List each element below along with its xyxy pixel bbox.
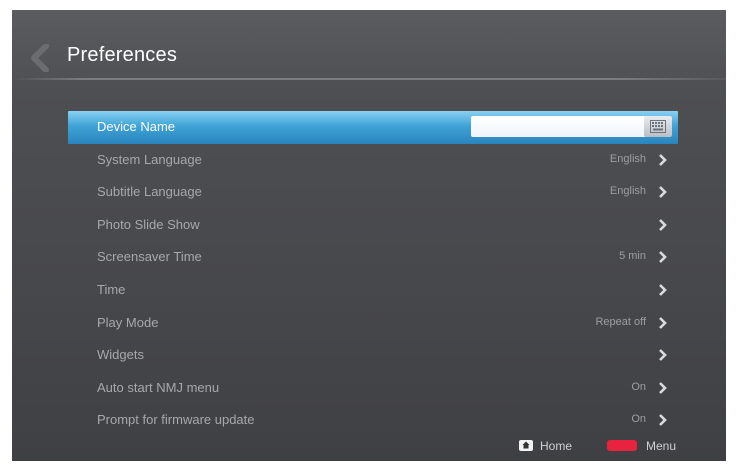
setting-value: On <box>631 380 646 393</box>
chevron-right-icon <box>659 381 667 394</box>
setting-value: English <box>609 152 646 165</box>
chevron-right-icon <box>659 349 667 362</box>
setting-screensaver-time[interactable]: Screensaver Time 5 min <box>68 241 678 274</box>
red-menu-key-icon <box>607 440 637 451</box>
chevron-right-icon <box>659 218 667 231</box>
setting-device-name[interactable]: Device Name <box>68 111 678 144</box>
setting-value: English <box>609 185 646 198</box>
device-name-input[interactable] <box>471 116 651 137</box>
setting-widgets[interactable]: Widgets <box>68 339 678 372</box>
home-hint-label: Home <box>540 439 573 453</box>
setting-label: System Language <box>97 151 202 167</box>
setting-label: Widgets <box>97 347 144 363</box>
setting-play-mode[interactable]: Play Mode Repeat off <box>68 307 678 340</box>
settings-list: Device Name System Language English Subt… <box>68 111 678 437</box>
setting-label: Play Mode <box>97 314 159 330</box>
setting-system-language[interactable]: System Language English <box>68 144 678 177</box>
setting-label: Time <box>97 281 126 297</box>
setting-auto-start-nmj-menu[interactable]: Auto start NMJ menu On <box>68 372 678 405</box>
setting-subtitle-language[interactable]: Subtitle Language English <box>68 176 678 209</box>
setting-label: Device Name <box>97 119 176 134</box>
setting-value: On <box>631 413 646 426</box>
chevron-right-icon <box>659 186 667 199</box>
chevron-right-icon <box>659 284 667 296</box>
menu-hint-label: Menu <box>646 439 677 453</box>
preferences-screen: Preferences Device Name System Language … <box>12 10 726 461</box>
home-icon <box>519 440 533 451</box>
setting-value: 5 min <box>619 250 646 263</box>
setting-label: Auto start NMJ menu <box>97 379 220 395</box>
setting-label: Subtitle Language <box>97 184 202 200</box>
chevron-right-icon <box>659 316 667 329</box>
chevron-right-icon <box>659 153 667 166</box>
chevron-right-icon <box>659 251 667 264</box>
setting-label: Prompt for firmware update <box>97 412 255 428</box>
button-hint-bar: Home Menu <box>12 434 726 456</box>
keyboard-button[interactable] <box>644 116 672 137</box>
chevron-right-icon <box>659 414 667 427</box>
setting-label: Photo Slide Show <box>97 216 200 232</box>
back-arrow-icon[interactable] <box>30 44 52 72</box>
keyboard-icon <box>650 120 666 133</box>
setting-value: Repeat off <box>595 315 646 328</box>
setting-label: Screensaver Time <box>97 249 202 265</box>
setting-time[interactable]: Time <box>68 274 678 307</box>
title-divider <box>12 78 726 80</box>
setting-prompt-firmware-update[interactable]: Prompt for firmware update On <box>68 404 678 437</box>
setting-photo-slide-show[interactable]: Photo Slide Show <box>68 209 678 242</box>
page-title: Preferences <box>67 44 178 66</box>
